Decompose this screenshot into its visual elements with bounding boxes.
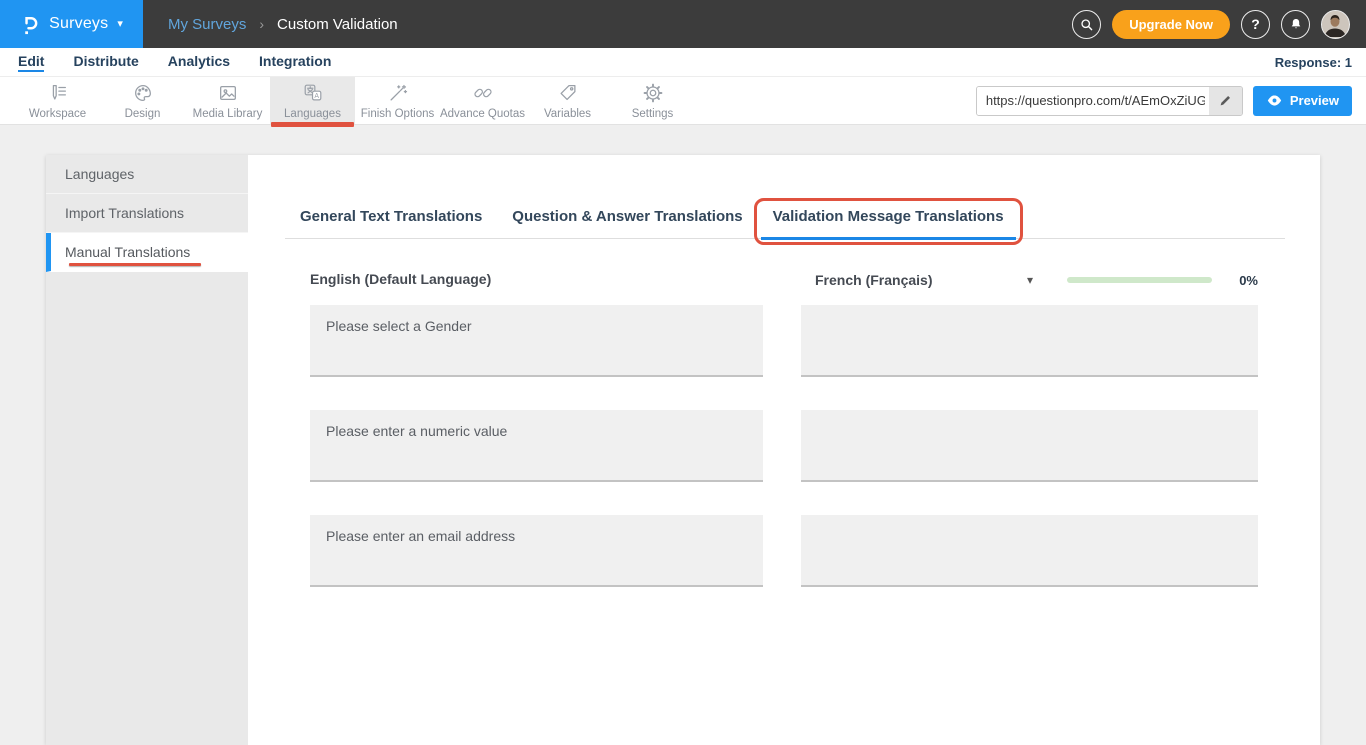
sidebar-item-label: Manual Translations bbox=[65, 244, 190, 260]
edit-url-button[interactable] bbox=[1209, 87, 1242, 115]
target-language-selector[interactable]: French (Français) bbox=[815, 272, 932, 288]
toolbar-item-workspace[interactable]: Workspace bbox=[15, 77, 100, 124]
toolbar-item-variables[interactable]: Variables bbox=[525, 77, 610, 124]
notifications-button[interactable] bbox=[1281, 10, 1310, 39]
breadcrumb-parent-link[interactable]: My Surveys bbox=[168, 16, 246, 33]
search-button[interactable] bbox=[1072, 10, 1101, 39]
source-language-label: English (Default Language) bbox=[310, 271, 491, 287]
preview-button-label: Preview bbox=[1290, 93, 1339, 108]
translations-panel: Languages Import Translations Manual Tra… bbox=[46, 155, 1320, 745]
variables-icon bbox=[556, 82, 580, 104]
translation-row: Please enter a numeric value bbox=[310, 410, 1258, 482]
media-library-icon bbox=[216, 82, 240, 104]
target-translation-input[interactable] bbox=[801, 515, 1258, 587]
target-translation-input[interactable] bbox=[801, 410, 1258, 482]
source-text-box: Please select a Gender bbox=[310, 305, 763, 377]
user-avatar[interactable] bbox=[1321, 10, 1350, 39]
svg-text:A: A bbox=[314, 92, 319, 99]
translation-progress-percent: 0% bbox=[1232, 273, 1258, 288]
settings-icon bbox=[641, 82, 665, 104]
source-language-column-header: English (Default Language) bbox=[310, 271, 763, 289]
toolbar-item-label: Languages bbox=[284, 108, 341, 120]
translations-main: General Text Translations Question & Ans… bbox=[248, 155, 1320, 745]
sidebar-item-label: Languages bbox=[65, 166, 134, 182]
toolbar-item-media-library[interactable]: Media Library bbox=[185, 77, 270, 124]
tab-question-answer-translations[interactable]: Question & Answer Translations bbox=[497, 200, 757, 238]
toolbar-item-label: Design bbox=[125, 108, 161, 120]
toolbar-item-label: Advance Quotas bbox=[440, 108, 525, 120]
subnav-item-edit[interactable]: Edit bbox=[18, 53, 44, 72]
toolbar-item-label: Media Library bbox=[193, 108, 263, 120]
tab-validation-message-translations[interactable]: Validation Message Translations bbox=[758, 200, 1019, 238]
help-button[interactable]: ? bbox=[1241, 10, 1270, 39]
product-switcher[interactable]: Surveys ▾ bbox=[0, 0, 143, 48]
toolbar-item-label: Settings bbox=[632, 108, 674, 120]
toolbar-item-label: Finish Options bbox=[361, 108, 435, 120]
toolbar-item-advance-quotas[interactable]: Advance Quotas bbox=[440, 77, 525, 124]
page-content: Languages Import Translations Manual Tra… bbox=[0, 125, 1366, 745]
tab-label: Validation Message Translations bbox=[773, 208, 1004, 225]
translation-tabs: General Text Translations Question & Ans… bbox=[285, 200, 1285, 239]
survey-url-group bbox=[976, 86, 1243, 116]
sidebar-item-manual-translations[interactable]: Manual Translations bbox=[46, 233, 248, 272]
workspace-icon bbox=[46, 82, 70, 104]
toolbar-item-label: Variables bbox=[544, 108, 591, 120]
questionpro-logo-icon bbox=[20, 11, 40, 37]
translation-progress-bar bbox=[1067, 277, 1212, 283]
sidebar-item-import-translations[interactable]: Import Translations bbox=[46, 194, 248, 233]
target-translation-input[interactable] bbox=[801, 305, 1258, 377]
sidebar-item-label: Import Translations bbox=[65, 205, 184, 221]
subnav-item-integration[interactable]: Integration bbox=[259, 53, 331, 72]
target-language-column-header: French (Français) ▾ 0% bbox=[801, 272, 1258, 288]
eye-icon bbox=[1266, 94, 1283, 107]
topbar: Surveys ▾ My Surveys › Custom Validation… bbox=[0, 0, 1366, 48]
breadcrumb: My Surveys › Custom Validation bbox=[168, 16, 398, 33]
upgrade-now-button[interactable]: Upgrade Now bbox=[1112, 10, 1230, 39]
subnav-item-analytics[interactable]: Analytics bbox=[168, 53, 230, 72]
toolbar-item-languages[interactable]: A Languages bbox=[270, 77, 355, 124]
toolbar-right: Preview bbox=[976, 86, 1352, 116]
toolbar-item-label: Workspace bbox=[29, 108, 86, 120]
toolbar-item-finish-options[interactable]: Finish Options bbox=[355, 77, 440, 124]
language-header-row: English (Default Language) French (Franç… bbox=[310, 271, 1258, 289]
toolbar-item-design[interactable]: Design bbox=[100, 77, 185, 124]
tab-general-text-translations[interactable]: General Text Translations bbox=[285, 200, 497, 238]
topbar-actions: Upgrade Now ? bbox=[1072, 10, 1366, 39]
chevron-down-icon: ▾ bbox=[117, 19, 123, 30]
design-icon bbox=[131, 82, 155, 104]
preview-button[interactable]: Preview bbox=[1253, 86, 1352, 116]
question-mark-icon: ? bbox=[1251, 16, 1260, 32]
languages-sidebar: Languages Import Translations Manual Tra… bbox=[46, 155, 248, 745]
source-text-box: Please enter a numeric value bbox=[310, 410, 763, 482]
toolbar-item-settings[interactable]: Settings bbox=[610, 77, 695, 124]
source-text-box: Please enter an email address bbox=[310, 515, 763, 587]
avatar-photo bbox=[1322, 11, 1348, 37]
advance-quotas-icon bbox=[471, 82, 495, 104]
finish-options-icon bbox=[386, 82, 410, 104]
tab-label: Question & Answer Translations bbox=[512, 208, 742, 225]
languages-icon: A bbox=[301, 82, 325, 104]
survey-subnav: Edit Distribute Analytics Integration Re… bbox=[0, 48, 1366, 76]
tab-label: General Text Translations bbox=[300, 208, 482, 225]
translation-row: Please select a Gender bbox=[310, 305, 1258, 377]
search-icon bbox=[1078, 16, 1095, 33]
chevron-down-icon[interactable]: ▾ bbox=[1027, 274, 1033, 286]
edit-toolbar: Workspace Design Media Library A Languag… bbox=[0, 76, 1366, 125]
breadcrumb-separator-icon: › bbox=[259, 16, 264, 32]
subnav-item-distribute[interactable]: Distribute bbox=[73, 53, 138, 72]
sidebar-item-languages[interactable]: Languages bbox=[46, 155, 248, 194]
bell-icon bbox=[1288, 16, 1304, 32]
pencil-icon bbox=[1218, 93, 1233, 108]
translation-row: Please enter an email address bbox=[310, 515, 1258, 587]
product-name: Surveys bbox=[49, 15, 108, 33]
response-count-label: Response: 1 bbox=[1275, 55, 1352, 70]
survey-url-input[interactable] bbox=[977, 87, 1209, 115]
breadcrumb-current: Custom Validation bbox=[277, 16, 398, 33]
translation-rows: Please select a Gender Please enter a nu… bbox=[310, 305, 1258, 587]
subnav-items: Edit Distribute Analytics Integration bbox=[18, 53, 331, 72]
